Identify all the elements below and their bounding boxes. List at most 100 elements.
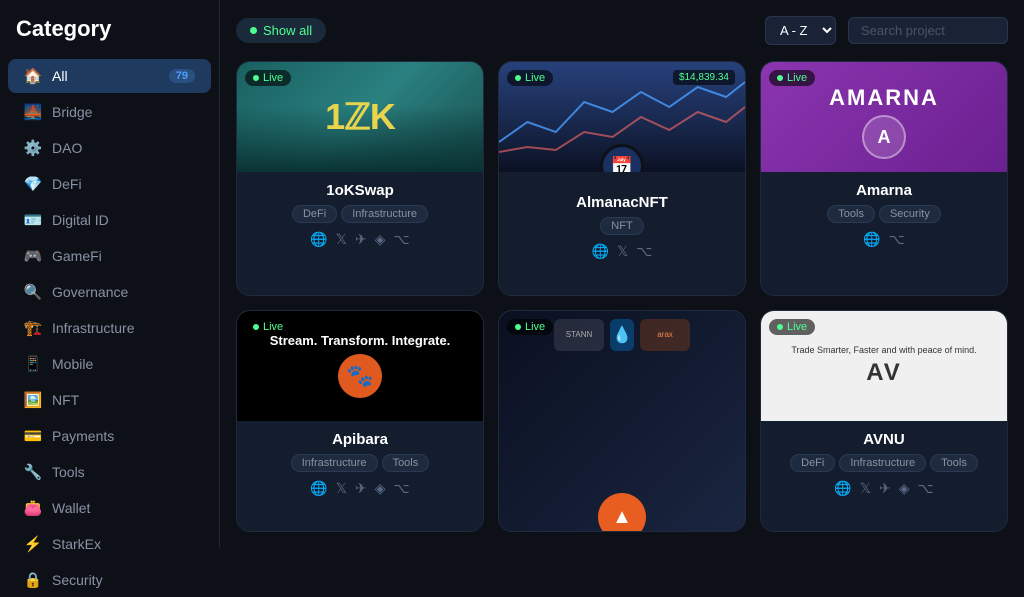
web-link-icon[interactable]: 🌐: [863, 231, 880, 248]
sidebar-item-governance[interactable]: 🔍 Governance: [8, 275, 211, 309]
wallet-icon: 👛: [24, 499, 42, 517]
sort-select[interactable]: A - Z: [765, 16, 836, 45]
sidebar-item-label: Security: [52, 572, 195, 588]
tag[interactable]: NFT: [600, 217, 643, 235]
live-text: Live: [787, 72, 807, 84]
telegram-link-icon[interactable]: ✈: [879, 480, 891, 497]
discord-link-icon[interactable]: ◈: [375, 480, 386, 497]
tag[interactable]: DeFi: [790, 454, 835, 472]
defi-icon: 💎: [24, 175, 42, 193]
telegram-link-icon[interactable]: ✈: [355, 480, 367, 497]
apibara-logo: 🐾: [338, 354, 382, 398]
twitter-link-icon[interactable]: 𝕏: [336, 231, 347, 248]
live-dot: [777, 324, 783, 330]
tools-icon: 🔧: [24, 463, 42, 481]
live-text: Live: [525, 321, 545, 333]
tag[interactable]: DeFi: [292, 205, 337, 223]
sidebar-item-payments[interactable]: 💳 Payments: [8, 419, 211, 453]
sidebar-item-mobile[interactable]: 📱 Mobile: [8, 347, 211, 381]
card-links-almanac: 🌐 𝕏 ⌥: [511, 243, 733, 260]
live-badge: Live: [507, 70, 553, 86]
card-body-amarna: Amarna Tools Security 🌐 ⌥: [761, 172, 1007, 295]
infrastructure-icon: 🏗️: [24, 319, 42, 337]
discord-link-icon[interactable]: ◈: [899, 480, 910, 497]
twitter-link-icon[interactable]: 𝕏: [617, 243, 628, 260]
card-amarna: Live AMARNA A Amarna Tools Security 🌐 ⌥: [760, 61, 1008, 296]
search-input[interactable]: [848, 17, 1008, 44]
tag[interactable]: Tools: [827, 205, 875, 223]
sidebar-item-gamefi[interactable]: 🎮 GameFi: [8, 239, 211, 273]
tag[interactable]: Infrastructure: [839, 454, 926, 472]
tag[interactable]: Tools: [930, 454, 978, 472]
live-badge: Live: [245, 319, 291, 335]
sidebar-item-label: Tools: [52, 464, 195, 480]
live-text: Live: [787, 321, 807, 333]
sidebar-item-count: 79: [169, 69, 195, 83]
sidebar-item-digital-id[interactable]: 🪪 Digital ID: [8, 203, 211, 237]
live-badge: Live: [507, 319, 553, 335]
tag[interactable]: Infrastructure: [291, 454, 378, 472]
sidebar-item-label: StarkEx: [52, 536, 195, 552]
project-grid: Live 1ℤK 1oKSwap DeFi Infrastructure 🌐 𝕏…: [236, 61, 1008, 532]
live-badge: Live: [769, 70, 815, 86]
card-name-apibara: Apibara: [249, 431, 471, 448]
security-icon: 🔒: [24, 571, 42, 589]
sidebar-item-nft[interactable]: 🖼️ NFT: [8, 383, 211, 417]
card-name-1okswap: 1oKSwap: [249, 182, 471, 199]
sidebar-item-bridge[interactable]: 🌉 Bridge: [8, 95, 211, 129]
sidebar-item-infrastructure[interactable]: 🏗️ Infrastructure: [8, 311, 211, 345]
sidebar-item-starkex[interactable]: ⚡ StarkEx: [8, 527, 211, 561]
twitter-link-icon[interactable]: 𝕏: [336, 480, 347, 497]
card-image-1okswap: Live 1ℤK: [237, 62, 483, 172]
tag[interactable]: Security: [879, 205, 941, 223]
github-link-icon[interactable]: ⌥: [918, 480, 934, 497]
sidebar-item-label: DAO: [52, 140, 195, 156]
sidebar-item-label: Wallet: [52, 500, 195, 516]
web-link-icon[interactable]: 🌐: [310, 480, 327, 497]
tag[interactable]: Tools: [382, 454, 430, 472]
sidebar-item-all[interactable]: 🏠 All 79: [8, 59, 211, 93]
card-avnu: Live Trade Smarter, Faster and with peac…: [760, 310, 1008, 533]
card-almanacraft: Live $14,8: [498, 61, 746, 296]
sidebar-item-label: Digital ID: [52, 212, 195, 228]
sidebar-item-label: Infrastructure: [52, 320, 195, 336]
web-link-icon[interactable]: 🌐: [310, 231, 327, 248]
live-text: Live: [263, 321, 283, 333]
twitter-link-icon[interactable]: 𝕏: [860, 480, 871, 497]
sidebar-item-label: Governance: [52, 284, 195, 300]
github-link-icon[interactable]: ⌥: [889, 231, 905, 248]
card-image-almanac: Live $14,8: [499, 62, 745, 172]
card-name-amarna: Amarna: [773, 182, 995, 199]
argentx-logo: ▲: [598, 493, 646, 531]
card-tags-apibara: Infrastructure Tools: [249, 454, 471, 472]
card-tags-almanac: NFT: [511, 217, 733, 235]
card-1okswap: Live 1ℤK 1oKSwap DeFi Infrastructure 🌐 𝕏…: [236, 61, 484, 296]
github-link-icon[interactable]: ⌥: [636, 243, 652, 260]
sidebar-item-label: GameFi: [52, 248, 195, 264]
card-image-argentx: Live STANN 💧 arax ▲: [499, 311, 745, 532]
telegram-link-icon[interactable]: ✈: [355, 231, 367, 248]
github-link-icon[interactable]: ⌥: [394, 231, 410, 248]
live-dot: [777, 75, 783, 81]
web-link-icon[interactable]: 🌐: [592, 243, 609, 260]
sidebar-item-tools[interactable]: 🔧 Tools: [8, 455, 211, 489]
card-links-amarna: 🌐 ⌥: [773, 231, 995, 248]
web-link-icon[interactable]: 🌐: [834, 480, 851, 497]
tag[interactable]: Infrastructure: [341, 205, 428, 223]
live-dot: [253, 75, 259, 81]
discord-link-icon[interactable]: ◈: [375, 231, 386, 248]
show-all-button[interactable]: Show all: [236, 18, 326, 43]
main-content: Show all A - Z Live 1ℤK 1oKSwap: [220, 0, 1024, 548]
sidebar-item-defi[interactable]: 💎 DeFi: [8, 167, 211, 201]
sidebar-item-dao[interactable]: ⚙️ DAO: [8, 131, 211, 165]
dao-icon: ⚙️: [24, 139, 42, 157]
bridge-icon: 🌉: [24, 103, 42, 121]
starkex-icon: ⚡: [24, 535, 42, 553]
card-body-almanac: AlmanacNFT NFT 🌐 𝕏 ⌥: [499, 172, 745, 295]
card-body-apibara: Apibara Infrastructure Tools 🌐 𝕏 ✈ ◈ ⌥: [237, 421, 483, 532]
card-body-1okswap: 1oKSwap DeFi Infrastructure 🌐 𝕏 ✈ ◈ ⌥: [237, 172, 483, 295]
sidebar-item-security[interactable]: 🔒 Security: [8, 563, 211, 597]
github-link-icon[interactable]: ⌥: [394, 480, 410, 497]
live-dot: [515, 75, 521, 81]
sidebar-item-wallet[interactable]: 👛 Wallet: [8, 491, 211, 525]
